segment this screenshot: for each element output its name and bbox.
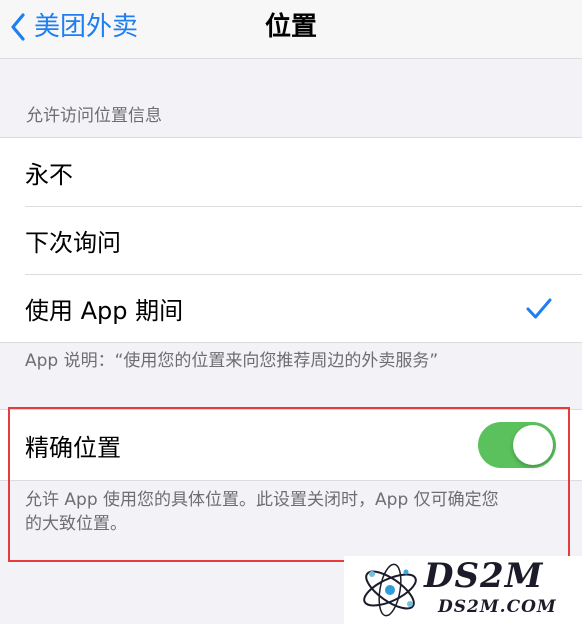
precise-location-row: 精确位置 [0, 410, 582, 480]
checkmark-icon [526, 298, 552, 319]
watermark: DS2M DS2M.COM [344, 556, 582, 624]
watermark-title: DS2M [424, 556, 544, 596]
description-line: 允许 App 使用您的具体位置。此设置关闭时，App 仅可确定您 [25, 490, 499, 510]
precise-location-toggle[interactable] [478, 422, 556, 468]
option-never[interactable]: 永不 [0, 138, 582, 206]
page-title: 位置 [264, 12, 317, 42]
watermark-subtitle: DS2M.COM [438, 597, 557, 617]
precise-location-group: 精确位置 [0, 409, 582, 481]
description-line: 的大致位置。 [25, 514, 127, 534]
precise-location-label: 精确位置 [25, 433, 121, 462]
navigation-bar: 美团外卖 位置 [0, 0, 582, 59]
app-usage-note: App 说明：“使用您的位置来向您推荐周边的外卖服务” [25, 351, 439, 371]
atom-logo-icon [363, 563, 417, 617]
location-access-options: 永不 下次询问 使用 App 期间 [0, 137, 582, 343]
option-label: 使用 App 期间 [25, 296, 184, 325]
option-label: 下次询问 [25, 228, 121, 257]
option-label: 永不 [25, 160, 73, 189]
location-access-header: 允许访问位置信息 [26, 106, 162, 126]
precise-location-description: 允许 App 使用您的具体位置。此设置关闭时，App 仅可确定您 的大致位置。 [25, 488, 499, 536]
option-ask-next-time[interactable]: 下次询问 [0, 206, 582, 274]
option-while-using-app[interactable]: 使用 App 期间 [0, 274, 582, 342]
toggle-knob [513, 425, 553, 465]
